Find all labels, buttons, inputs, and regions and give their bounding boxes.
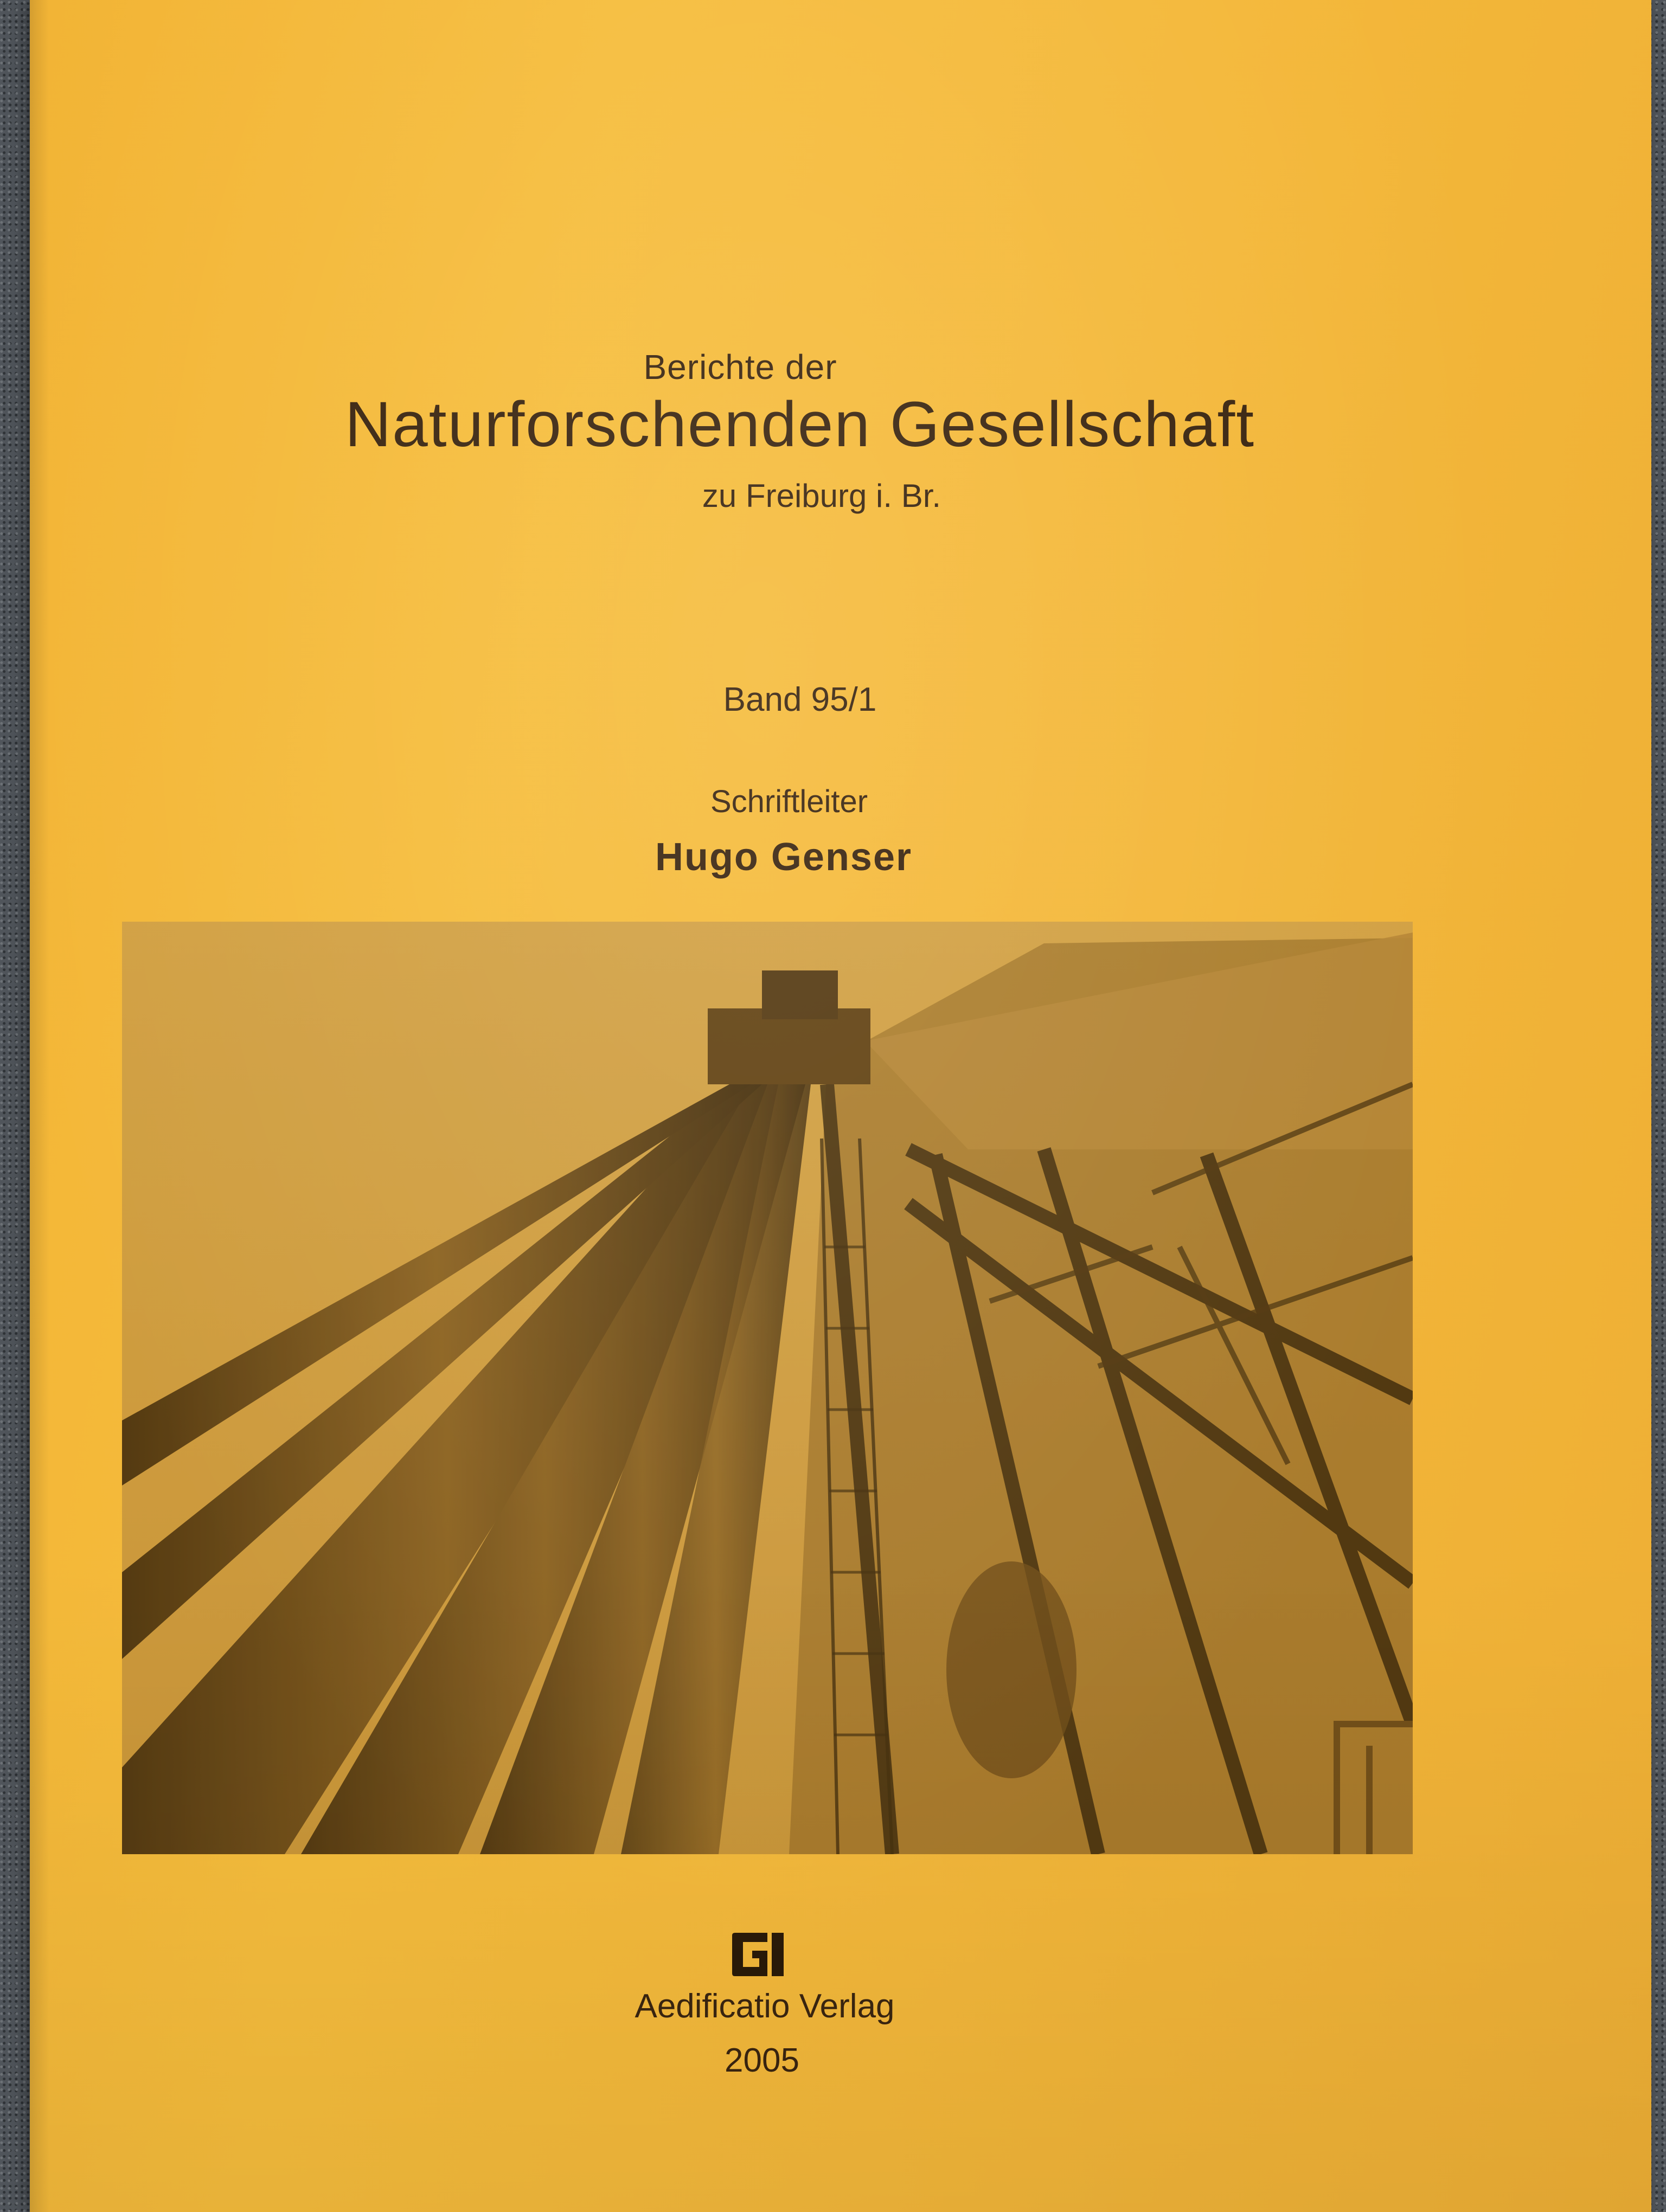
publisher-name: Aedificatio Verlag <box>635 1988 895 2025</box>
spine-edge <box>30 0 49 2212</box>
volume-number: Band 95/1 <box>723 681 877 718</box>
publication-year: 2005 <box>725 2042 799 2079</box>
location-subtitle: zu Freiburg i. Br. <box>702 478 941 514</box>
publisher-logo-icon <box>732 1933 784 1976</box>
editor-role: Schriftleiter <box>710 784 868 819</box>
society-title: Naturforschenden Gesellschaft <box>344 389 1255 460</box>
book-cover: Berichte der Naturforschenden Gesellscha… <box>30 0 1651 2212</box>
drilling-rig-illustration <box>122 922 1413 1854</box>
drilling-rig-photo <box>122 922 1413 1854</box>
editor-name: Hugo Genser <box>655 835 913 879</box>
series-title: Berichte der <box>643 348 837 387</box>
